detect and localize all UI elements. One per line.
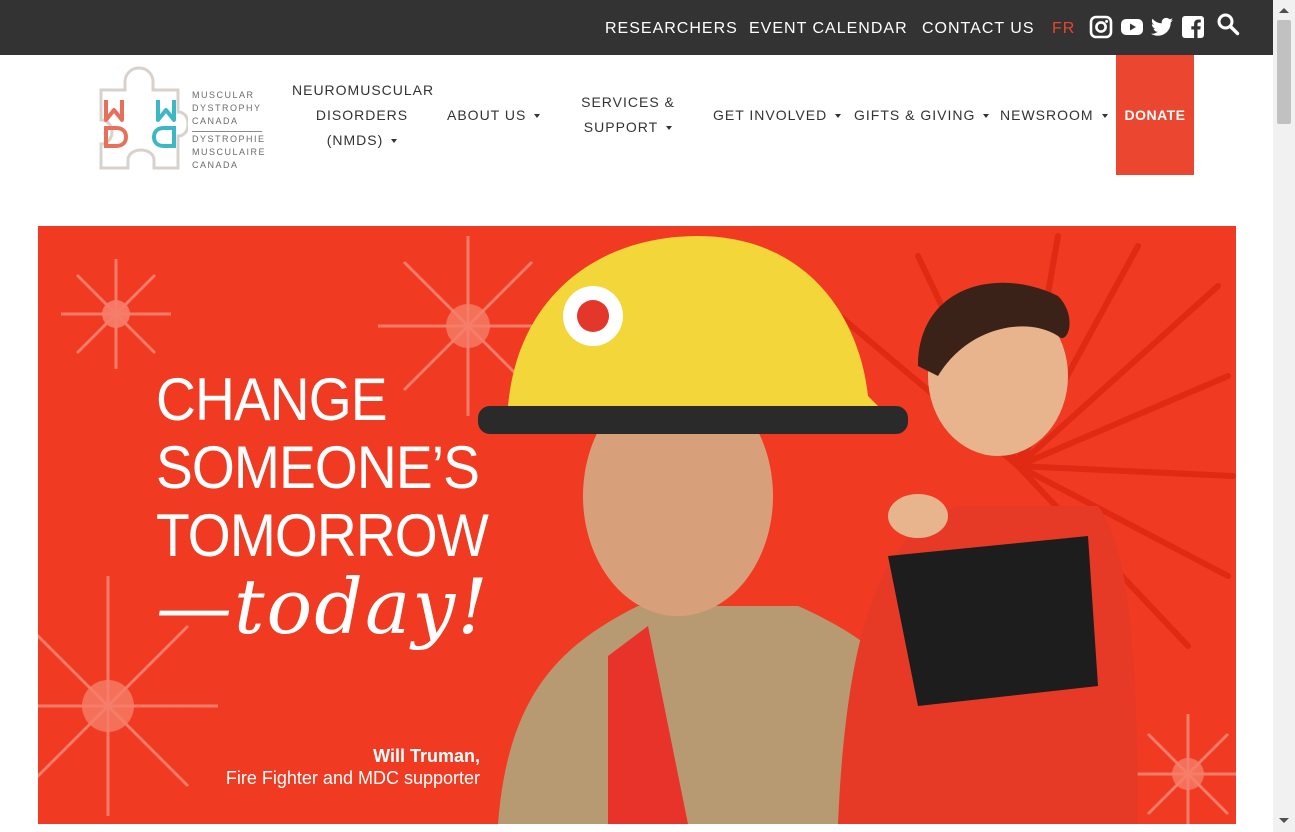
- child-figure: [838, 282, 1138, 824]
- logo-fr-line-1: DYSTROPHIE: [192, 134, 266, 144]
- page-scrollbar[interactable]: [1273, 0, 1295, 832]
- mdc-logo[interactable]: MUSCULAR DYSTROPHY CANADA DYSTROPHIE MUS…: [98, 60, 268, 172]
- logo-divider: [192, 131, 262, 132]
- nav-gifts-giving[interactable]: GIFTS & GIVING: [854, 103, 990, 128]
- hero-headline-line-3: TOMORROW: [156, 502, 489, 569]
- nav-involved-label: GET INVOLVED: [713, 107, 828, 123]
- chevron-down-icon: [666, 126, 673, 131]
- logo-fr-line-3: CANADA: [192, 160, 239, 170]
- chevron-down-icon: [983, 114, 990, 119]
- logo-en-line-3: CANADA: [192, 116, 239, 126]
- nav-gifts-label: GIFTS & GIVING: [854, 107, 976, 123]
- scroll-down-arrow-icon[interactable]: [1279, 818, 1289, 823]
- nav-newsroom-label: NEWSROOM: [1000, 107, 1094, 123]
- instagram-icon[interactable]: [1089, 15, 1113, 39]
- event-calendar-link[interactable]: EVENT CALENDAR: [749, 20, 908, 38]
- nav-about-label: ABOUT US: [447, 107, 527, 123]
- nav-newsroom[interactable]: NEWSROOM: [1000, 103, 1108, 128]
- scrollbar-thumb[interactable]: [1277, 20, 1291, 124]
- logo-fr-line-2: MUSCULAIRE: [192, 147, 267, 157]
- twitter-icon[interactable]: [1150, 15, 1174, 39]
- nav-services-support[interactable]: SERVICES & SUPPORT: [575, 90, 681, 140]
- contact-us-link[interactable]: CONTACT US: [922, 20, 1035, 38]
- logo-en-line-1: MUSCULAR: [192, 90, 255, 100]
- nav-services-line-2: SUPPORT: [583, 119, 659, 135]
- hero-credit-role: Fire Fighter and MDC supporter: [225, 768, 480, 788]
- nav-nmd-line-1: NEUROMUSCULAR: [292, 82, 435, 98]
- chevron-down-icon: [1101, 114, 1108, 119]
- search-icon[interactable]: [1216, 12, 1240, 36]
- nav-nmd-line-2: DISORDERS: [315, 107, 409, 123]
- nav-services-line-1: SERVICES &: [581, 94, 675, 110]
- logo-en-line-2: DYSTROPHY: [192, 103, 262, 113]
- donate-button[interactable]: DONATE: [1116, 55, 1194, 175]
- youtube-icon[interactable]: [1120, 15, 1144, 39]
- top-utility-bar: RESEARCHERS EVENT CALENDAR CONTACT US FR: [0, 0, 1273, 55]
- chevron-down-icon: [534, 114, 541, 119]
- facebook-icon[interactable]: [1181, 15, 1205, 39]
- hero-headline-line-2: SOMEONE’S: [156, 434, 480, 501]
- hero-credit-name: Will Truman,: [373, 746, 480, 766]
- nav-neuromuscular-disorders[interactable]: NEUROMUSCULAR DISORDERS (NMDS): [292, 78, 435, 153]
- researchers-link[interactable]: RESEARCHERS: [605, 20, 738, 38]
- hero-headline: CHANGE SOMEONE’S TOMORROW: [156, 366, 489, 570]
- hero-headline-line-1: CHANGE: [156, 366, 388, 433]
- chevron-down-icon: [391, 139, 398, 144]
- nav-about-us[interactable]: ABOUT US: [447, 103, 541, 128]
- nav-get-involved[interactable]: GET INVOLVED: [713, 103, 842, 128]
- puzzle-logo-icon: [99, 66, 188, 170]
- main-header: MUSCULAR DYSTROPHY CANADA DYSTROPHIE MUS…: [0, 55, 1273, 195]
- chevron-down-icon: [835, 114, 842, 119]
- scroll-up-arrow-icon[interactable]: [1279, 8, 1289, 13]
- nav-nmd-line-3: (NMDS): [326, 132, 384, 148]
- hero-banner[interactable]: CHANGE SOMEONE’S TOMORROW —today! Will T…: [38, 226, 1236, 824]
- language-fr-link[interactable]: FR: [1052, 20, 1075, 38]
- hero-tagline: —today!: [156, 562, 490, 651]
- logo-text-en: MUSCULAR DYSTROPHY CANADA: [192, 89, 262, 128]
- logo-text-fr: DYSTROPHIE MUSCULAIRE CANADA: [192, 133, 266, 172]
